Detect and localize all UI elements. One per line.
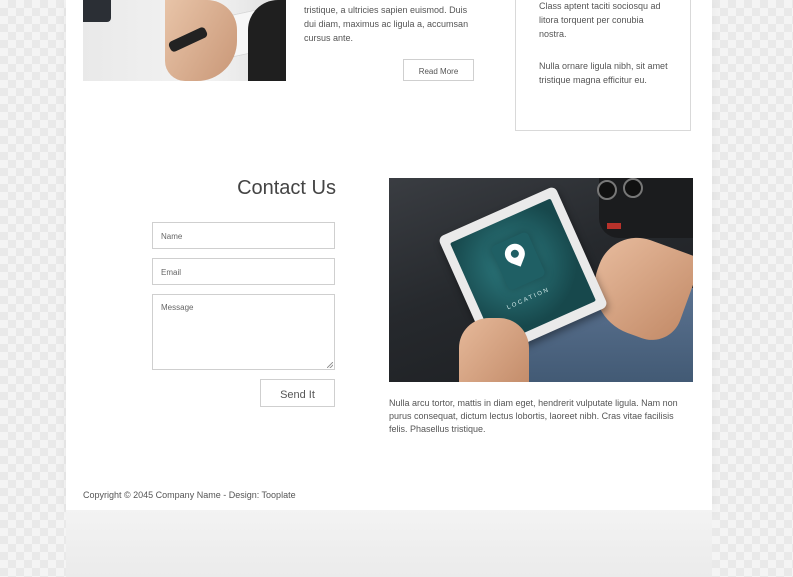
email-input[interactable]: Email (152, 258, 335, 285)
name-input[interactable]: Name (152, 222, 335, 249)
message-textarea[interactable]: Message (152, 294, 335, 370)
page-container: tristique, a ultricies sapien euismod. D… (66, 0, 712, 510)
laptop-typing-image (83, 0, 286, 81)
read-more-button[interactable]: Read More (403, 59, 474, 81)
side-paragraph: Nulla ornare ligula nibh, sit amet trist… (539, 61, 668, 85)
message-placeholder: Message (161, 303, 194, 312)
contact-description: Nulla arcu tortor, mattis in diam eget, … (389, 398, 678, 434)
article-text: tristique, a ultricies sapien euismod. D… (304, 5, 469, 43)
location-pin-icon (501, 240, 528, 267)
side-paragraph: Class aptent taciti sociosqu ad litora t… (539, 1, 661, 39)
resize-grip-icon[interactable] (327, 362, 333, 368)
send-button[interactable]: Send It (260, 379, 335, 407)
page-bottom-fade (66, 510, 712, 577)
contact-title: Contact Us (237, 177, 336, 199)
image-caption: LOCATION (506, 286, 551, 312)
side-box: Class aptent taciti sociosqu ad litora t… (515, 0, 691, 131)
footer-copyright: Copyright © 2045 Company Name - Design: … (83, 490, 296, 500)
tablet-location-image: LOCATION (389, 178, 693, 382)
